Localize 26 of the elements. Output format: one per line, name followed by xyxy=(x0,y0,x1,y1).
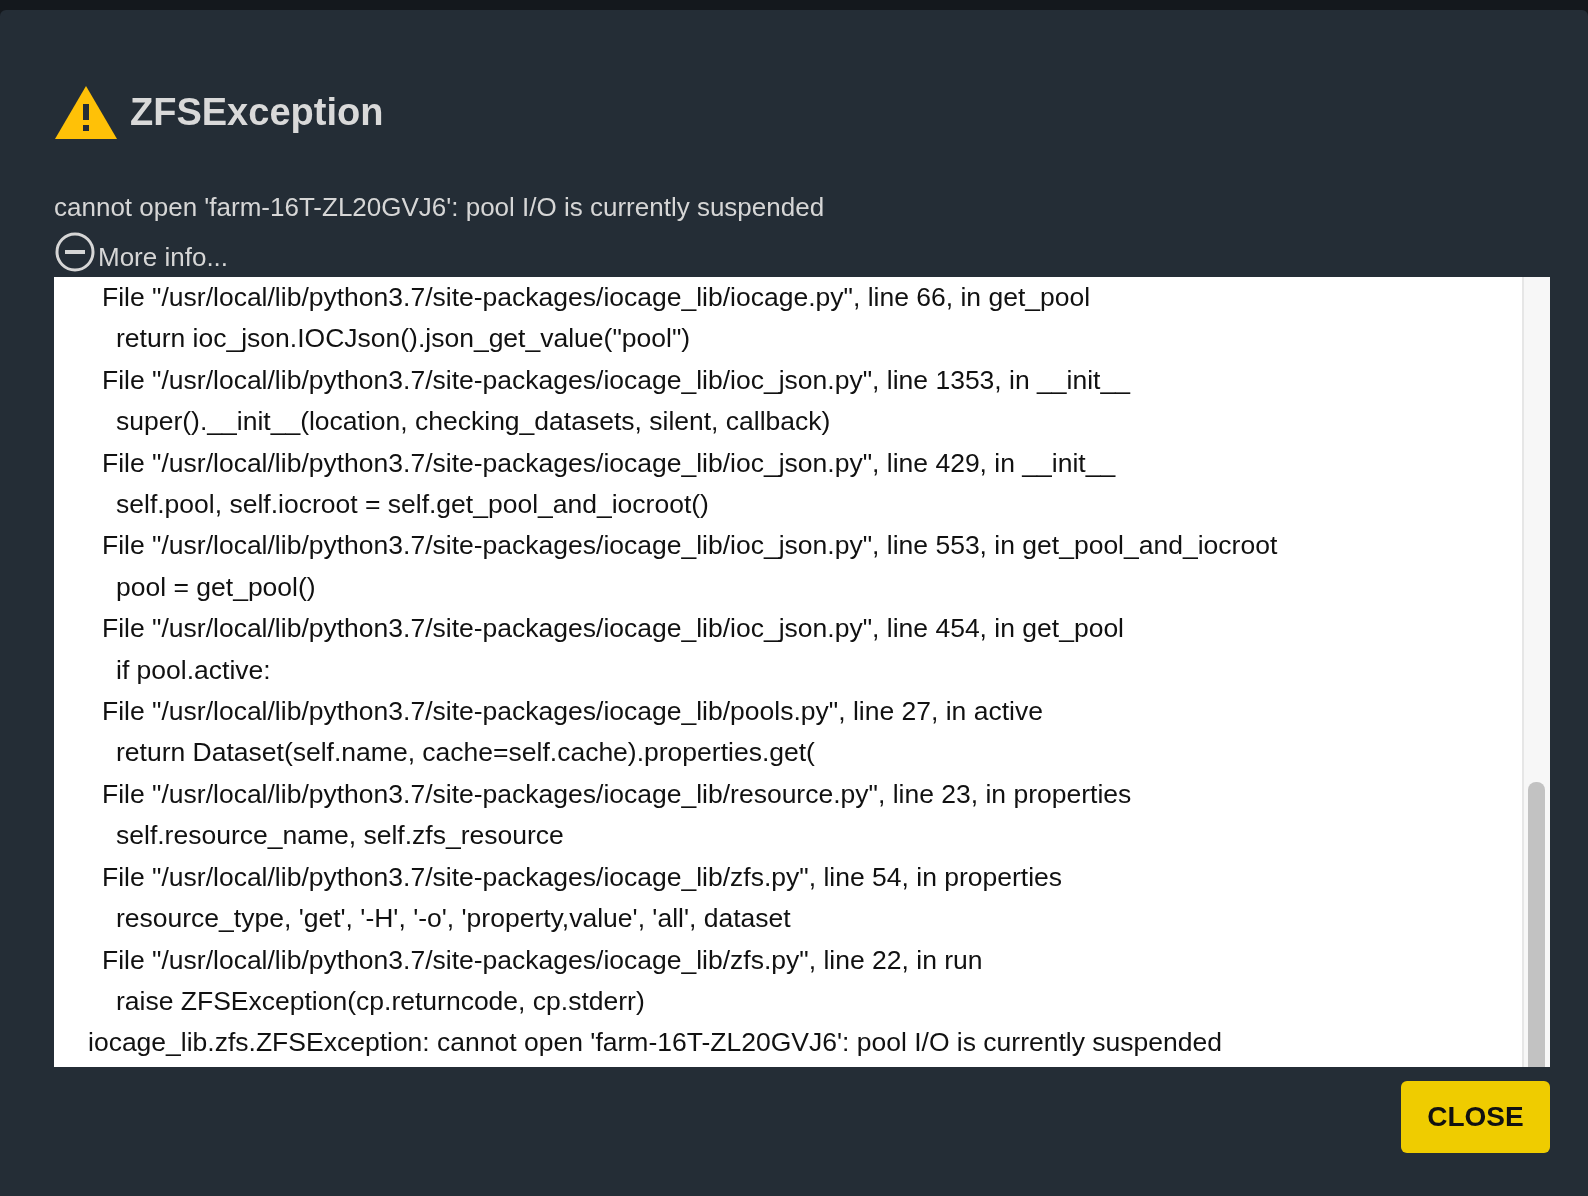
error-message: cannot open 'farm-16T-ZL20GVJ6': pool I/O is currently suspended xyxy=(54,192,826,223)
traceback-line: iocage_lib.zfs.ZFSException: cannot open 'farm-16T-ZL20GVJ6': pool I/O is currently suspended xyxy=(87,1026,1223,1060)
traceback-line: File "/usr/local/lib/python3.7/site-packages/iocage_lib/pools.py", line 27, in active xyxy=(101,695,1044,729)
scrollbar[interactable] xyxy=(1522,277,1550,1067)
traceback-line: pool = get_pool() xyxy=(115,570,317,604)
traceback-line: File "/usr/local/lib/python3.7/site-packages/iocage_lib/zfs.py", line 54, in properties xyxy=(101,860,1064,894)
collapse-icon xyxy=(54,231,96,273)
traceback-line: self.pool, self.iocroot = self.get_pool_and_iocroot() xyxy=(115,488,710,522)
close-button[interactable]: CLOSE xyxy=(1401,1081,1550,1153)
traceback-line: File "/usr/local/lib/python3.7/site-packages/iocage_lib/zfs.py", line 22, in run xyxy=(101,943,984,977)
traceback-line: File "/usr/local/lib/python3.7/site-packages/iocage_lib/resource.py", line 23, in properties xyxy=(101,777,1133,811)
traceback-line: resource_type, 'get', '-H', '-o', 'property,value', 'all', dataset xyxy=(115,902,792,936)
traceback-line: File "/usr/local/lib/python3.7/site-packages/iocage_lib/ioc_json.py", line 454, in get_pool xyxy=(101,612,1125,646)
traceback-line: File "/usr/local/lib/python3.7/site-packages/iocage_lib/ioc_json.py", line 429, in __init__ xyxy=(101,446,1117,480)
more-info-toggle[interactable]: More info... xyxy=(54,231,229,273)
traceback-line: super().__init__(location, checking_datasets, silent, callback) xyxy=(115,405,832,439)
traceback-line: self.resource_name, self.zfs_resource xyxy=(115,819,565,853)
traceback-line: File "/usr/local/lib/python3.7/site-packages/iocage_lib/ioc_json.py", line 1353, in __init__ xyxy=(101,363,1132,397)
traceback-line: if pool.active: xyxy=(115,653,272,687)
traceback-line: File "/usr/local/lib/python3.7/site-packages/iocage_lib/iocage.py", line 66, in get_pool xyxy=(101,281,1092,314)
traceback-line: File "/usr/local/lib/python3.7/site-packages/iocage_lib/ioc_json.py", line 553, in get_pool_and_iocroot xyxy=(101,529,1279,563)
traceback-line: return Dataset(self.name, cache=self.cache).properties.get( xyxy=(115,736,816,770)
traceback-line: return ioc_json.IOCJson().json_get_value("pool") xyxy=(115,322,692,356)
warning-icon xyxy=(54,84,118,140)
dialog-title: ZFSException xyxy=(130,90,384,134)
traceback-line: raise ZFSException(cp.returncode, cp.stderr) xyxy=(115,984,646,1018)
